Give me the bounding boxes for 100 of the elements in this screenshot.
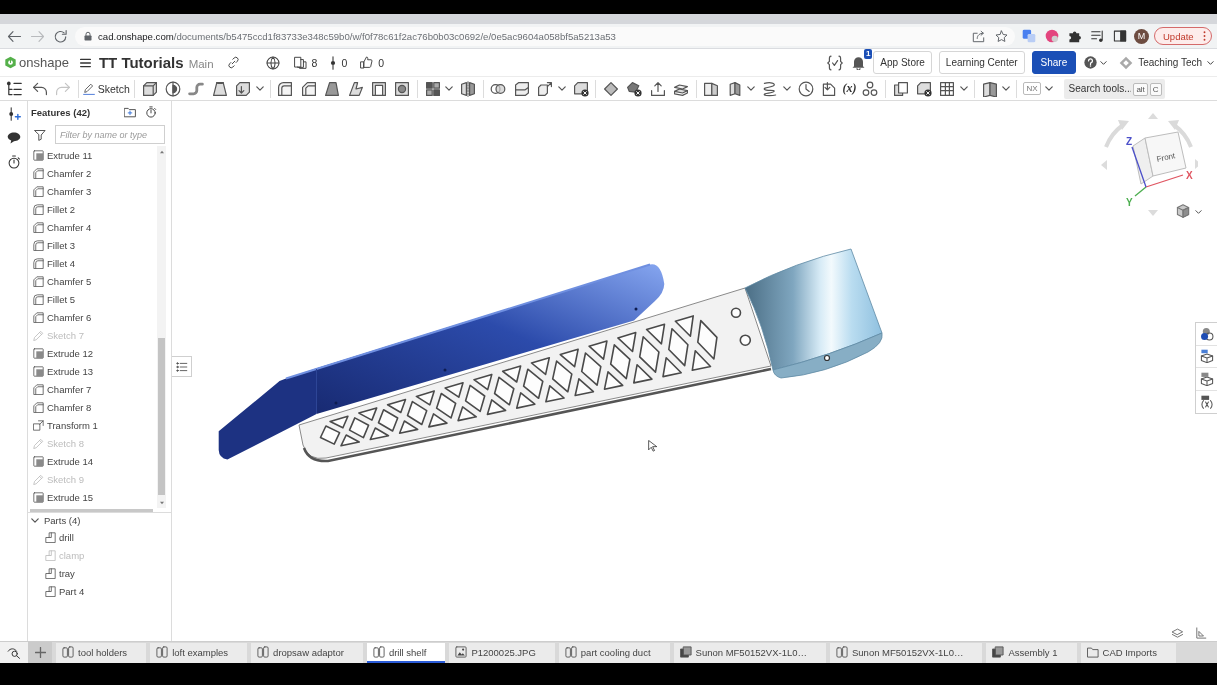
upload-tray-icon[interactable] [649,80,666,97]
bracketed-x-icon[interactable] [1199,394,1214,409]
feature-list-item[interactable]: Chamfer 6 [33,308,157,326]
document-tab[interactable]: P1200025.JPG [449,643,555,663]
feature-list-item[interactable]: Extrude 15 [33,488,157,506]
document-tab[interactable]: Sunon MF50152VX-1L0… [673,643,826,663]
hollow-box-icon[interactable] [370,80,387,97]
document-arrow-icon[interactable] [820,80,837,97]
cube-outline-icon[interactable] [1199,349,1214,364]
table-icon[interactable] [939,80,956,97]
star-icon[interactable] [995,29,1008,43]
feature-list-item[interactable]: Extrude 11 [33,146,157,164]
document-tab[interactable]: Assembly 1 [986,643,1077,663]
feature-list-item[interactable]: Transform 1 [33,416,157,434]
back-arrow-icon[interactable] [7,28,22,44]
coil-icon[interactable] [762,80,779,97]
feature-list-item[interactable]: Chamfer 5 [33,272,157,290]
playlist-icon[interactable] [1091,29,1105,43]
document-tab[interactable]: CAD Imports [1080,643,1176,663]
folder-plus-icon[interactable] [124,106,136,118]
disc-icon[interactable] [1045,29,1059,43]
folded-sheet-icon[interactable] [703,80,720,97]
bent-pipe-icon[interactable] [188,80,205,97]
caret-up-icon[interactable] [158,150,165,154]
account-name[interactable]: Teaching Tech [1138,57,1202,68]
box-diagonal-arrow-icon[interactable] [537,80,554,97]
caret-icon[interactable] [1044,86,1053,91]
workspace-name[interactable]: Main [188,58,214,70]
search-icon[interactable] [7,646,21,659]
vertical-scrollbar[interactable] [157,146,166,508]
scrollbar-thumb[interactable] [158,338,165,495]
feature-list-item[interactable]: Fillet 4 [33,254,157,272]
caret-down-icon[interactable] [158,501,165,505]
cube-outline-icon[interactable] [1199,371,1214,386]
frustum-icon[interactable] [211,80,228,97]
header-button[interactable]: App Store [873,51,932,74]
feature-list-item[interactable]: Chamfer 2 [33,164,157,182]
document-tab[interactable]: Sunon MF50152VX-1L0… [830,643,983,663]
caret-icon[interactable] [557,86,566,91]
pin-plus-icon[interactable] [6,107,21,121]
feature-list-item[interactable]: Extrude 12 [33,344,157,362]
caret-icon[interactable] [1002,86,1011,91]
menu-icon[interactable] [78,56,92,69]
document-tab[interactable]: loft examples [150,643,248,663]
shape-x-icon[interactable] [626,80,643,97]
set-square-icon[interactable] [1195,627,1207,639]
caret-icon[interactable] [1207,60,1214,65]
document-title[interactable]: TT Tutorials [98,54,184,71]
update-button[interactable]: Update [1154,27,1212,45]
bell-icon[interactable] [851,55,867,70]
box-icon[interactable] [141,80,158,97]
feature-list-item[interactable]: Chamfer 8 [33,398,157,416]
grid-icon[interactable] [424,80,441,97]
panel-toggle-button[interactable] [172,356,192,377]
feature-list-item[interactable]: Chamfer 7 [33,380,157,398]
caret-icon[interactable] [782,86,791,91]
sketch-button[interactable]: Sketch [81,78,131,99]
thumbs-up-icon[interactable] [360,56,374,69]
box-x-icon[interactable] [916,80,933,97]
document-tab[interactable]: drill shelf [366,643,446,663]
stopwatch-icon[interactable] [145,106,157,118]
document-tab[interactable]: part cooling duct [558,643,670,663]
beveled-block-icon[interactable] [300,80,317,97]
stopwatch-icon[interactable] [6,155,21,169]
add-tab-button[interactable] [28,642,52,663]
feature-list-item[interactable]: Chamfer 4 [33,218,157,236]
two-squares-icon[interactable] [1022,29,1036,43]
feature-list-item[interactable]: Chamfer 3 [33,182,157,200]
speech-bubble-icon[interactable] [6,131,21,145]
caret-icon[interactable] [255,86,264,91]
caret-icon[interactable] [1195,210,1202,214]
caret-icon[interactable] [960,86,969,91]
feature-list-item[interactable]: Extrude 13 [33,362,157,380]
part-list-item[interactable]: drill [28,528,171,546]
document-tab[interactable]: tool holders [56,643,147,663]
caret-icon[interactable] [445,86,454,91]
header-button[interactable]: Learning Center [938,51,1025,74]
filter-field[interactable]: Filter by name or type [55,125,165,144]
globe-icon[interactable] [265,55,280,70]
cube-icon[interactable] [1176,204,1190,218]
document-tab[interactable]: dropsaw adaptor [251,643,363,663]
sidebar-icon[interactable] [1113,29,1127,43]
feature-list-item[interactable]: Fillet 5 [33,290,157,308]
scrollbar-thumb[interactable] [30,508,153,512]
part-list-item[interactable]: tray [28,564,171,582]
stacked-sheets-icon[interactable] [892,80,909,97]
link-icon[interactable] [226,56,240,69]
box-x-icon[interactable] [572,80,589,97]
share-icon[interactable] [972,29,985,43]
box-arrow-icon[interactable] [235,80,252,97]
primary-button[interactable]: Share [1031,51,1077,74]
three-circles-icon[interactable] [862,80,879,97]
undo-icon[interactable] [31,80,48,97]
caret-icon[interactable] [747,86,756,91]
stacked-pages-icon[interactable] [293,56,307,69]
logo-wordmark[interactable]: onshape [19,55,69,70]
tree-list-icon[interactable] [6,80,22,97]
feature-list-item[interactable]: Extrude 14 [33,452,157,470]
mirror-icon[interactable] [460,80,477,97]
circles-icon[interactable] [1199,326,1214,341]
